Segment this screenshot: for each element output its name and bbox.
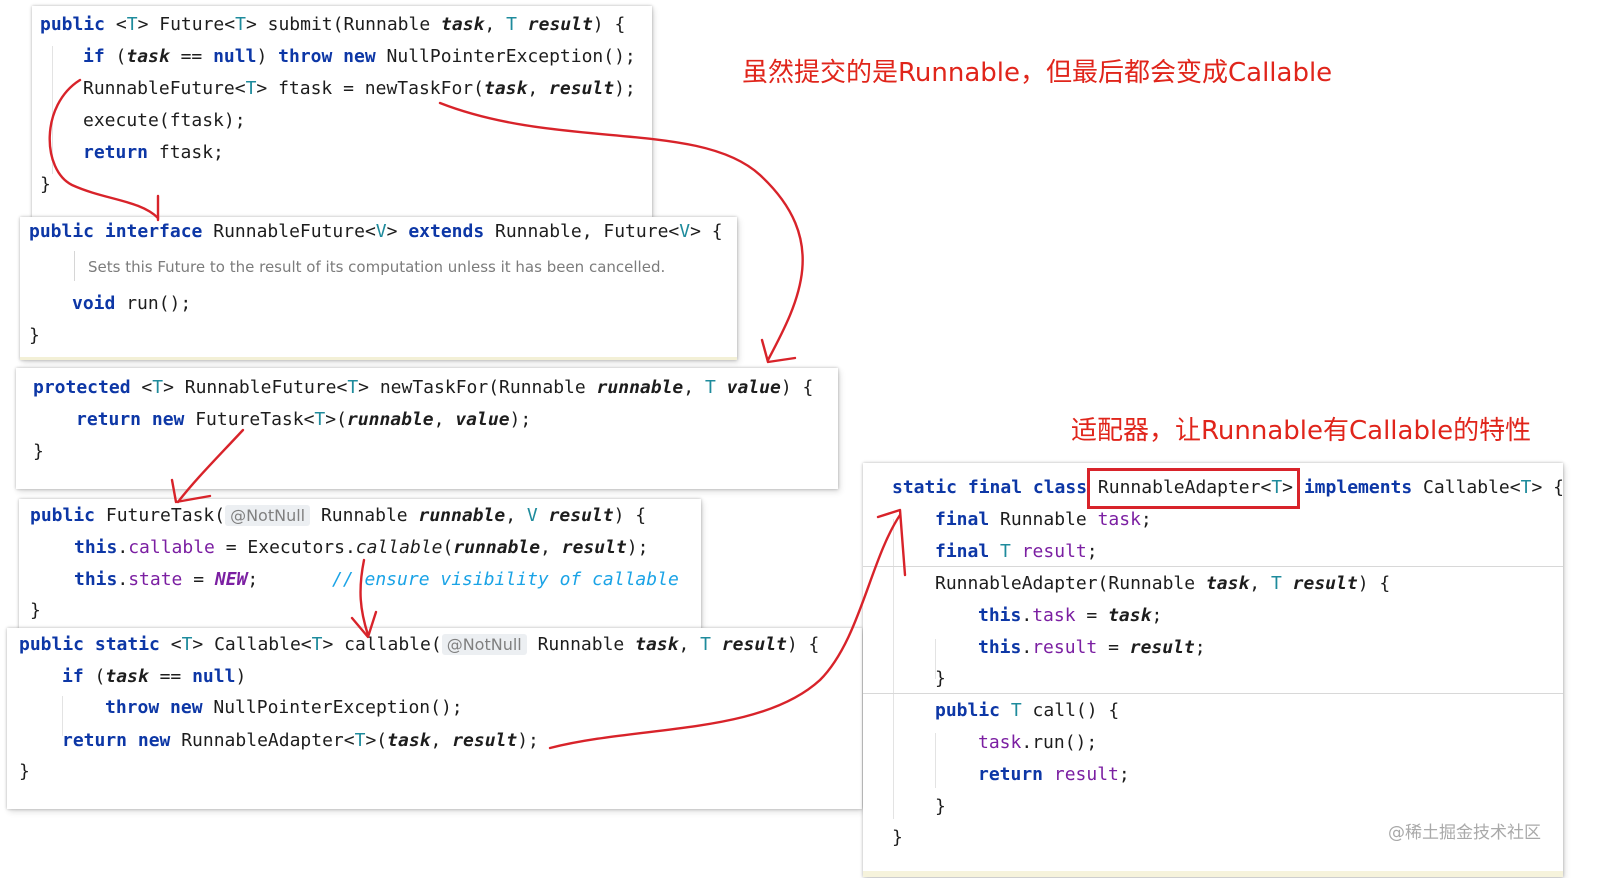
code-line: public static <T> Callable<T> callable(@… (19, 634, 820, 655)
top-annotation: 虽然提交的是Runnable，但最后都会变成Callable (742, 58, 1333, 88)
indent-guide (935, 733, 936, 788)
code-line: this.state = NEW; (74, 569, 259, 590)
future-task-panel: public FutureTask(@NotNull Runnable runn… (19, 499, 701, 629)
new-task-for-panel: protected <T> RunnableFuture<T> newTaskF… (16, 368, 838, 489)
code-line: this.callable = Executors.callable(runna… (74, 537, 649, 558)
doc-comment-bar (74, 251, 75, 281)
member-separator (863, 693, 1563, 694)
doc-comment: Sets this Future to the result of its co… (88, 258, 666, 276)
code-line: } (30, 600, 41, 621)
callable-method-panel: public static <T> Callable<T> callable(@… (7, 628, 862, 809)
code-line: if (task == null) (62, 666, 247, 687)
adapter-highlight-box (1087, 468, 1300, 509)
code-line: return new FutureTask<T>(runnable, value… (76, 409, 532, 430)
not-null-annotation: @NotNull (441, 634, 527, 655)
indent-guide (52, 46, 53, 174)
arrowhead (760, 338, 797, 364)
code-line: } (19, 761, 30, 782)
code-line: if (task == null) throw new NullPointerE… (83, 46, 636, 67)
runnable-future-panel: public interface RunnableFuture<V> exten… (20, 217, 737, 360)
indent-guide (893, 519, 894, 819)
submit-method-panel: public <T> Future<T> submit(Runnable tas… (32, 6, 652, 218)
code-line: return result; (978, 764, 1130, 785)
code-line: RunnableAdapter(Runnable task, T result)… (935, 573, 1391, 594)
code-line: execute(ftask); (83, 110, 246, 131)
code-comment: // ensure visibility of callable (332, 569, 679, 590)
watermark: @稀土掘金技术社区 (1388, 823, 1541, 843)
code-line: task.run(); (978, 732, 1098, 753)
code-line: } (29, 325, 40, 346)
code-line: public T call() { (935, 700, 1120, 721)
code-line: } (935, 796, 946, 817)
runnable-adapter-panel: static final class RunnableAdapter<T> im… (863, 463, 1564, 877)
code-line: return new RunnableAdapter<T>(task, resu… (62, 730, 539, 751)
code-line: public <T> Future<T> submit(Runnable tas… (40, 14, 626, 35)
code-line: } (40, 174, 51, 195)
code-line: return ftask; (83, 142, 224, 163)
code-line: } (33, 441, 44, 462)
not-null-annotation: @NotNull (225, 505, 311, 526)
code-line: throw new NullPointerException(); (105, 697, 463, 718)
code-line: this.result = result; (978, 637, 1206, 658)
code-line: this.task = task; (978, 605, 1163, 626)
code-line: RunnableFuture<T> ftask = newTaskFor(tas… (83, 78, 636, 99)
code-line: } (892, 827, 903, 848)
adapter-annotation: 适配器，让Runnable有Callable的特性 (1071, 416, 1532, 446)
code-line: protected <T> RunnableFuture<T> newTaskF… (33, 377, 814, 398)
code-line: final T result; (935, 541, 1098, 562)
member-separator (863, 566, 1563, 567)
code-line: final Runnable task; (935, 509, 1152, 530)
code-line: public interface RunnableFuture<V> exten… (29, 221, 723, 242)
code-line: void run(); (72, 293, 192, 314)
code-line: } (935, 668, 946, 689)
code-line: public FutureTask(@NotNull Runnable runn… (30, 505, 647, 526)
